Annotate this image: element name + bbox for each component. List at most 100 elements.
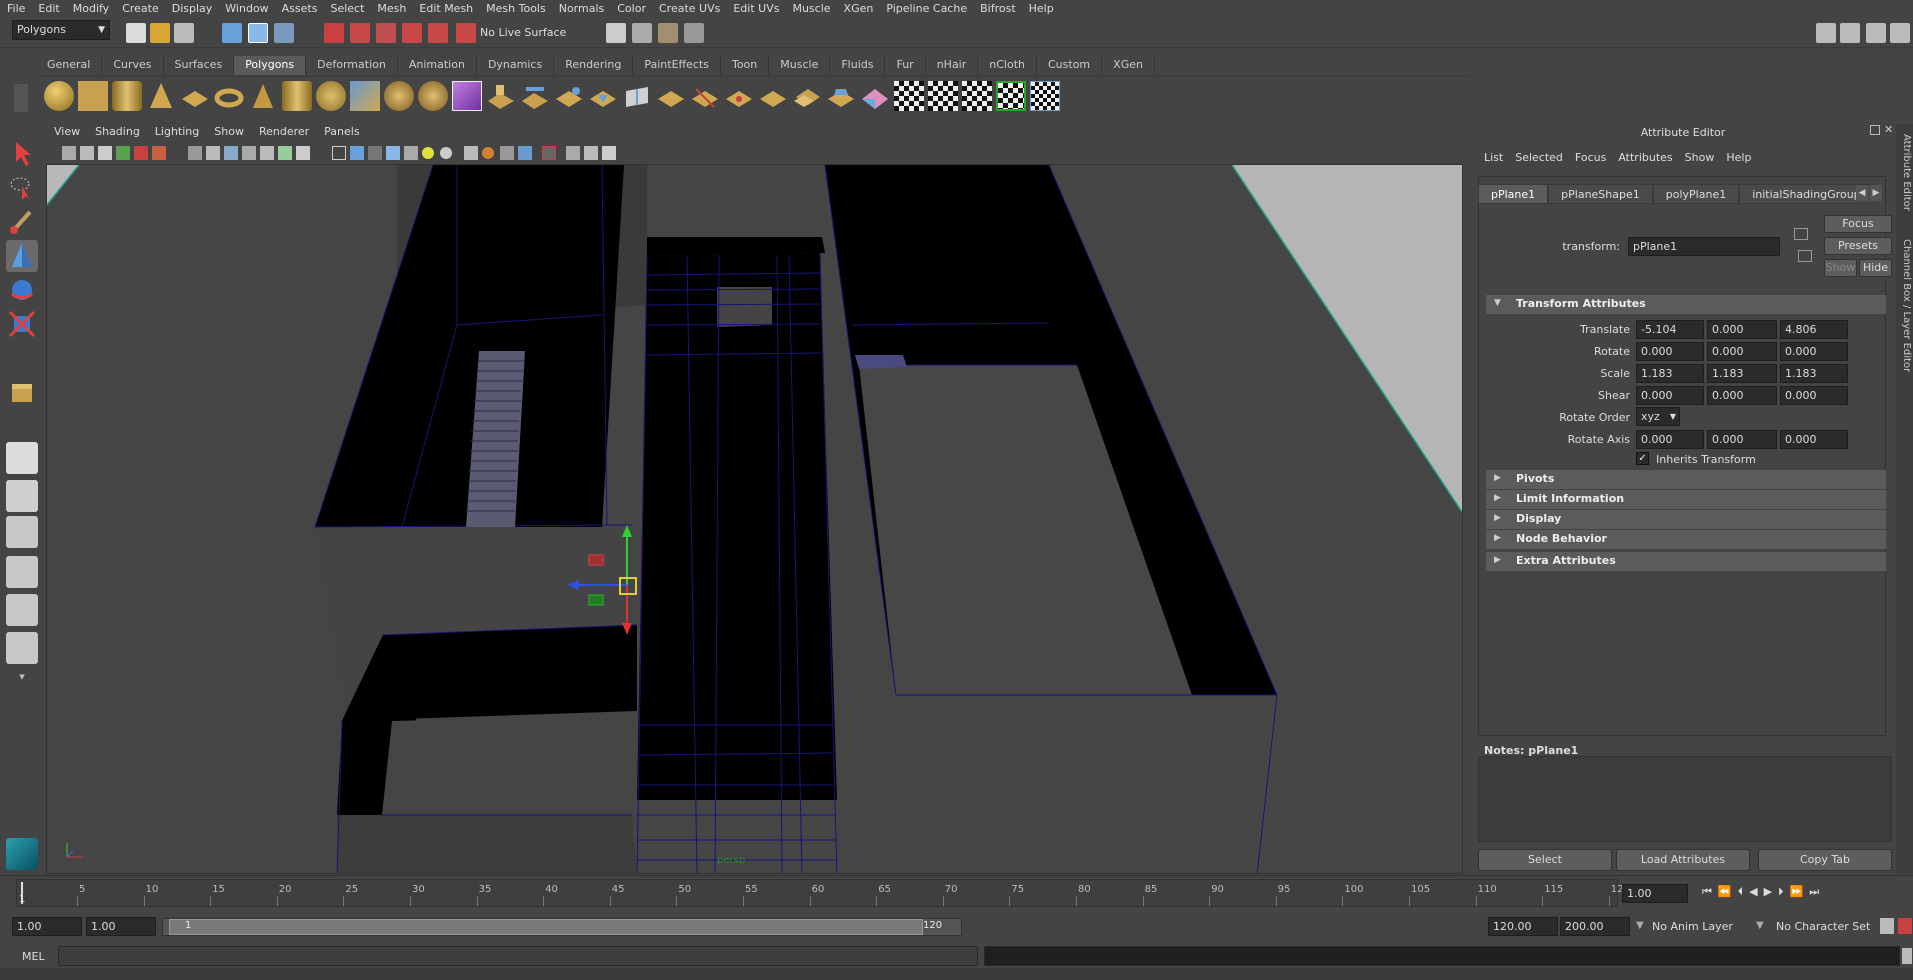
shelf-tab-painteffects[interactable]: PaintEffects	[633, 56, 721, 75]
last-tool-icon[interactable]	[6, 376, 38, 408]
append-polygon-icon[interactable]	[554, 81, 584, 111]
playback-start-field[interactable]: 1.00	[86, 917, 156, 936]
textured-icon[interactable]	[368, 146, 382, 160]
snap-point-icon[interactable]	[376, 23, 396, 43]
poly-cone-icon[interactable]	[146, 81, 176, 111]
menu-create[interactable]: Create	[115, 2, 165, 15]
snap-grid-icon[interactable]	[324, 23, 344, 43]
script-language-label[interactable]: MEL	[22, 950, 45, 963]
preferences-icon[interactable]	[1898, 918, 1912, 934]
viewport-menu-shading[interactable]: Shading	[86, 125, 146, 143]
poly-plane-icon[interactable]	[180, 81, 210, 111]
ae-menu-help[interactable]: Help	[1720, 151, 1757, 164]
outliner-persp-layout-icon[interactable]	[6, 516, 38, 548]
transform-attributes-section[interactable]: ▼ Transform Attributes	[1486, 295, 1886, 314]
render-frame-icon[interactable]	[632, 23, 652, 43]
select-component-icon[interactable]	[274, 23, 294, 43]
move-tool-icon[interactable]	[6, 240, 38, 272]
rotate-axis-y-field[interactable]: 0.000	[1707, 430, 1777, 449]
shelf-tab-nhair[interactable]: nHair	[925, 56, 979, 75]
depth-of-field-icon[interactable]	[518, 146, 532, 160]
character-set-dropdown[interactable]: No Character Set	[1776, 920, 1870, 933]
poly-sphere-icon[interactable]	[44, 81, 74, 111]
notes-textarea[interactable]	[1478, 756, 1892, 842]
merge-icon[interactable]	[724, 81, 754, 111]
viewport-menu-lighting[interactable]: Lighting	[146, 125, 205, 143]
play-forwards-icon[interactable]: ▶	[1764, 885, 1772, 903]
viewport-menu-renderer[interactable]: Renderer	[250, 125, 315, 143]
anti-aliasing-icon[interactable]	[500, 146, 514, 160]
range-slider[interactable]: 1 120	[162, 918, 962, 936]
menu-file[interactable]: File	[0, 2, 31, 15]
separate-icon[interactable]	[384, 81, 414, 111]
current-time-marker[interactable]	[21, 882, 23, 904]
planar-uv-icon[interactable]	[928, 81, 958, 111]
side-tab-channel-box[interactable]: Channel Box / Layer Editor	[1898, 239, 1912, 379]
poly-pipe-icon[interactable]	[282, 81, 312, 111]
poly-prism-icon[interactable]	[248, 81, 278, 111]
side-tab-attribute-editor[interactable]: Attribute Editor	[1898, 134, 1912, 234]
go-to-end-icon[interactable]: ⏭	[1809, 885, 1819, 903]
tab-scroll-right-icon[interactable]: ▶	[1870, 185, 1882, 201]
menu-select[interactable]: Select	[323, 2, 370, 15]
menu-edit-uvs[interactable]: Edit UVs	[726, 2, 785, 15]
rotate-y-field[interactable]: 0.000	[1707, 342, 1777, 361]
menu-edit[interactable]: Edit	[31, 2, 65, 15]
select-button[interactable]: Select	[1478, 849, 1612, 871]
play-backwards-icon[interactable]: ◀	[1749, 885, 1757, 903]
ae-menu-show[interactable]: Show	[1679, 151, 1721, 164]
presets-button[interactable]: Presets	[1824, 237, 1892, 255]
cylindrical-uv-icon[interactable]	[962, 81, 992, 111]
display-section[interactable]: ▶ Display	[1486, 510, 1886, 529]
rotate-axis-z-field[interactable]: 0.000	[1780, 430, 1848, 449]
paint-select-tool-icon[interactable]	[6, 206, 38, 238]
shelf-options-icon[interactable]	[14, 84, 28, 112]
ae-tab-polyplane1[interactable]: polyPlane1	[1652, 184, 1740, 204]
menu-display[interactable]: Display	[165, 2, 219, 15]
float-panel-icon[interactable]	[1870, 125, 1880, 135]
wedge-icon[interactable]	[826, 81, 856, 111]
four-pane-layout-icon[interactable]	[6, 480, 38, 512]
image-plane-icon[interactable]	[116, 146, 130, 160]
scale-x-field[interactable]: 1.183	[1636, 364, 1704, 383]
graph-persp-layout-icon[interactable]	[6, 556, 38, 588]
shelf-tab-animation[interactable]: Animation	[397, 56, 477, 75]
shelf-tab-deformation[interactable]: Deformation	[306, 56, 398, 75]
chevron-down-icon[interactable]: ▼	[1636, 920, 1644, 931]
safe-title-icon[interactable]	[296, 146, 310, 160]
resolution-gate-icon[interactable]	[224, 146, 238, 160]
snap-view-plane-icon[interactable]	[402, 23, 422, 43]
spherical-uv-icon[interactable]	[996, 81, 1026, 111]
multi-cut-icon[interactable]	[690, 81, 720, 111]
2d-pan-zoom-icon[interactable]	[152, 146, 166, 160]
gate-mask-icon[interactable]	[242, 146, 256, 160]
focus-button[interactable]: Focus	[1824, 215, 1892, 233]
insert-edge-loop-icon[interactable]	[622, 81, 652, 111]
render-view-icon[interactable]	[606, 23, 626, 43]
render-settings-icon[interactable]	[684, 23, 704, 43]
hide-button[interactable]: Hide	[1859, 259, 1892, 277]
menu-edit-mesh[interactable]: Edit Mesh	[412, 2, 479, 15]
anim-start-field[interactable]: 1.00	[12, 917, 82, 936]
smooth-icon[interactable]	[418, 81, 448, 111]
select-hierarchy-icon[interactable]	[222, 23, 242, 43]
dope-sheet-layout-icon[interactable]	[6, 632, 38, 664]
ambient-occlusion-icon[interactable]	[464, 146, 478, 160]
shelf-tab-rendering[interactable]: Rendering	[554, 56, 634, 75]
lasso-tool-icon[interactable]	[6, 172, 38, 204]
channel-box-toggle-icon[interactable]	[1866, 23, 1886, 43]
menu-help[interactable]: Help	[1022, 2, 1060, 15]
poly-cylinder-icon[interactable]	[112, 81, 142, 111]
menu-xgen[interactable]: XGen	[837, 2, 880, 15]
viewport-menu-panels[interactable]: Panels	[315, 125, 365, 143]
step-back-key-icon[interactable]: ⏴	[1738, 885, 1744, 903]
menu-mesh-tools[interactable]: Mesh Tools	[479, 2, 552, 15]
combine-icon[interactable]	[350, 81, 380, 111]
live-surface-label[interactable]: No Live Surface	[480, 26, 566, 39]
shelf-tab-custom[interactable]: Custom	[1037, 56, 1103, 75]
ae-menu-selected[interactable]: Selected	[1509, 151, 1569, 164]
shelf-tab-polygons[interactable]: Polygons	[234, 56, 307, 75]
transform-name-field[interactable]: pPlane1	[1628, 237, 1780, 256]
anim-end-field[interactable]: 200.00	[1560, 917, 1630, 936]
menuset-dropdown[interactable]: Polygons ▼	[12, 20, 110, 40]
